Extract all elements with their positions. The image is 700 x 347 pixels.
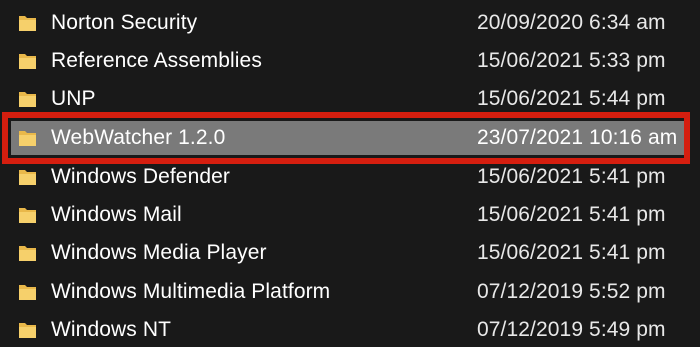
folder-row-unp[interactable]: UNP 15/06/2021 5:44 pm [0, 80, 700, 118]
folder-date-modified: 15/06/2021 5:41 pm [477, 203, 666, 226]
folder-name: UNP [51, 87, 96, 110]
folder-date-modified: 15/06/2021 5:41 pm [477, 241, 666, 264]
folder-row-windows-defender[interactable]: Windows Defender 15/06/2021 5:41 pm [0, 158, 700, 196]
folder-date-modified: 07/12/2019 5:49 pm [477, 318, 666, 341]
folder-row-webwatcher[interactable]: WebWatcher 1.2.0 23/07/2021 10:16 am [0, 119, 700, 157]
folder-row-windows-media-player[interactable]: Windows Media Player 15/06/2021 5:41 pm [0, 234, 700, 272]
folder-row-norton-security[interactable]: Norton Security 20/09/2020 6:34 am [0, 4, 700, 42]
folder-name: Windows NT [51, 318, 172, 341]
folder-icon [19, 131, 36, 146]
folder-row-windows-mail[interactable]: Windows Mail 15/06/2021 5:41 pm [0, 196, 700, 234]
folder-date-modified: 15/06/2021 5:33 pm [477, 49, 666, 72]
folder-date-modified: 23/07/2021 10:16 am [477, 126, 678, 149]
folder-date-modified: 15/06/2021 5:41 pm [477, 165, 666, 188]
folder-icon [19, 246, 36, 261]
folder-name: Windows Multimedia Platform [51, 280, 331, 303]
folder-name: Windows Defender [51, 165, 231, 188]
folder-icon [19, 16, 36, 31]
folder-row-reference-assemblies[interactable]: Reference Assemblies 15/06/2021 5:33 pm [0, 42, 700, 80]
folder-date-modified: 20/09/2020 6:34 am [477, 11, 666, 34]
folder-icon [19, 208, 36, 223]
folder-row-windows-multimedia-platform[interactable]: Windows Multimedia Platform 07/12/2019 5… [0, 273, 700, 311]
folder-name: Norton Security [51, 11, 198, 34]
folder-icon [19, 323, 36, 338]
folder-date-modified: 15/06/2021 5:44 pm [477, 87, 666, 110]
folder-row-windows-nt[interactable]: Windows NT 07/12/2019 5:49 pm [0, 311, 700, 347]
folder-icon [19, 54, 36, 69]
folder-date-modified: 07/12/2019 5:52 pm [477, 280, 666, 303]
folder-name: Windows Mail [51, 203, 182, 226]
folder-name: Windows Media Player [51, 241, 267, 264]
folder-name: WebWatcher 1.2.0 [51, 126, 226, 149]
file-list: Norton Security 20/09/2020 6:34 am Refer… [0, 0, 700, 347]
folder-name: Reference Assemblies [51, 49, 262, 72]
folder-icon [19, 170, 36, 185]
folder-icon [19, 92, 36, 107]
folder-icon [19, 285, 36, 300]
